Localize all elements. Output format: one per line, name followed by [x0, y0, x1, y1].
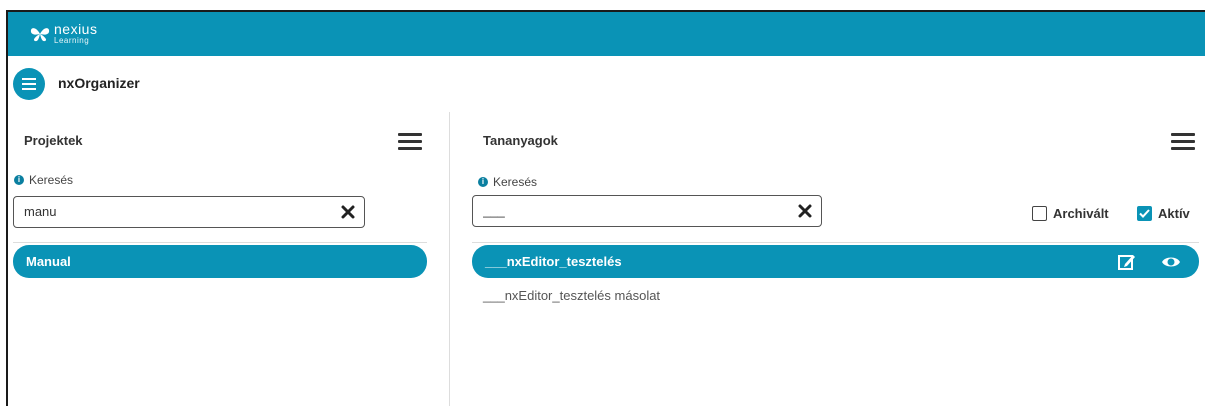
hamburger-line [398, 140, 422, 143]
main-menu-button[interactable] [13, 68, 45, 100]
materials-separator [472, 242, 1199, 243]
panel-divider [449, 112, 450, 406]
app-header: nxOrganizer [8, 56, 1205, 110]
brand-tagline: Learning [54, 36, 90, 45]
projects-search-box [13, 196, 365, 228]
archived-filter-label: Archivált [1053, 206, 1109, 221]
hamburger-line [1171, 140, 1195, 143]
brand-name: nexius [54, 21, 98, 37]
checkbox-checked-icon [1137, 206, 1152, 221]
active-filter-checkbox[interactable]: Aktív [1137, 206, 1190, 221]
brand-logo[interactable]: nexius Learning [30, 22, 97, 45]
material-item-label: ___nxEditor_tesztelés [485, 254, 622, 269]
archived-filter-checkbox[interactable]: Archivált [1032, 206, 1109, 221]
materials-search-input[interactable] [481, 202, 764, 219]
clear-search-icon[interactable] [340, 204, 356, 220]
window-frame-top [0, 0, 1205, 10]
projects-separator [13, 242, 427, 243]
active-filter-label: Aktív [1158, 206, 1190, 221]
project-item-label: Manual [26, 254, 71, 269]
materials-title: Tananyagok [483, 133, 558, 148]
projects-search-label: i Keresés [14, 173, 73, 187]
project-item-manual[interactable]: Manual [13, 245, 427, 278]
butterfly-logo-icon [30, 27, 50, 41]
edit-icon[interactable] [1117, 252, 1137, 272]
info-icon: i [478, 177, 488, 187]
clear-search-icon[interactable] [797, 203, 813, 219]
eye-icon[interactable] [1161, 252, 1181, 272]
hamburger-icon [1171, 133, 1195, 136]
hamburger-line [398, 147, 422, 150]
materials-search-label-text: Keresés [493, 175, 538, 189]
hamburger-icon [398, 133, 422, 136]
info-icon: i [14, 175, 24, 185]
top-bar: nexius Learning [8, 10, 1205, 56]
projects-menu-button[interactable] [398, 133, 422, 151]
material-item-selected[interactable]: ___nxEditor_tesztelés [472, 245, 1199, 278]
projects-search-label-text: Keresés [29, 173, 74, 187]
materials-menu-button[interactable] [1171, 133, 1195, 151]
projects-search-input[interactable] [22, 203, 306, 220]
material-item[interactable]: ___nxEditor_tesztelés másolat [483, 288, 660, 303]
app-title: nxOrganizer [58, 75, 140, 91]
materials-search-label: i Keresés [478, 175, 537, 189]
menu-icon [22, 78, 36, 90]
projects-title: Projektek [24, 133, 83, 148]
hamburger-line [1171, 147, 1195, 150]
materials-search-box [472, 195, 822, 227]
checkbox-unchecked-icon [1032, 206, 1047, 221]
